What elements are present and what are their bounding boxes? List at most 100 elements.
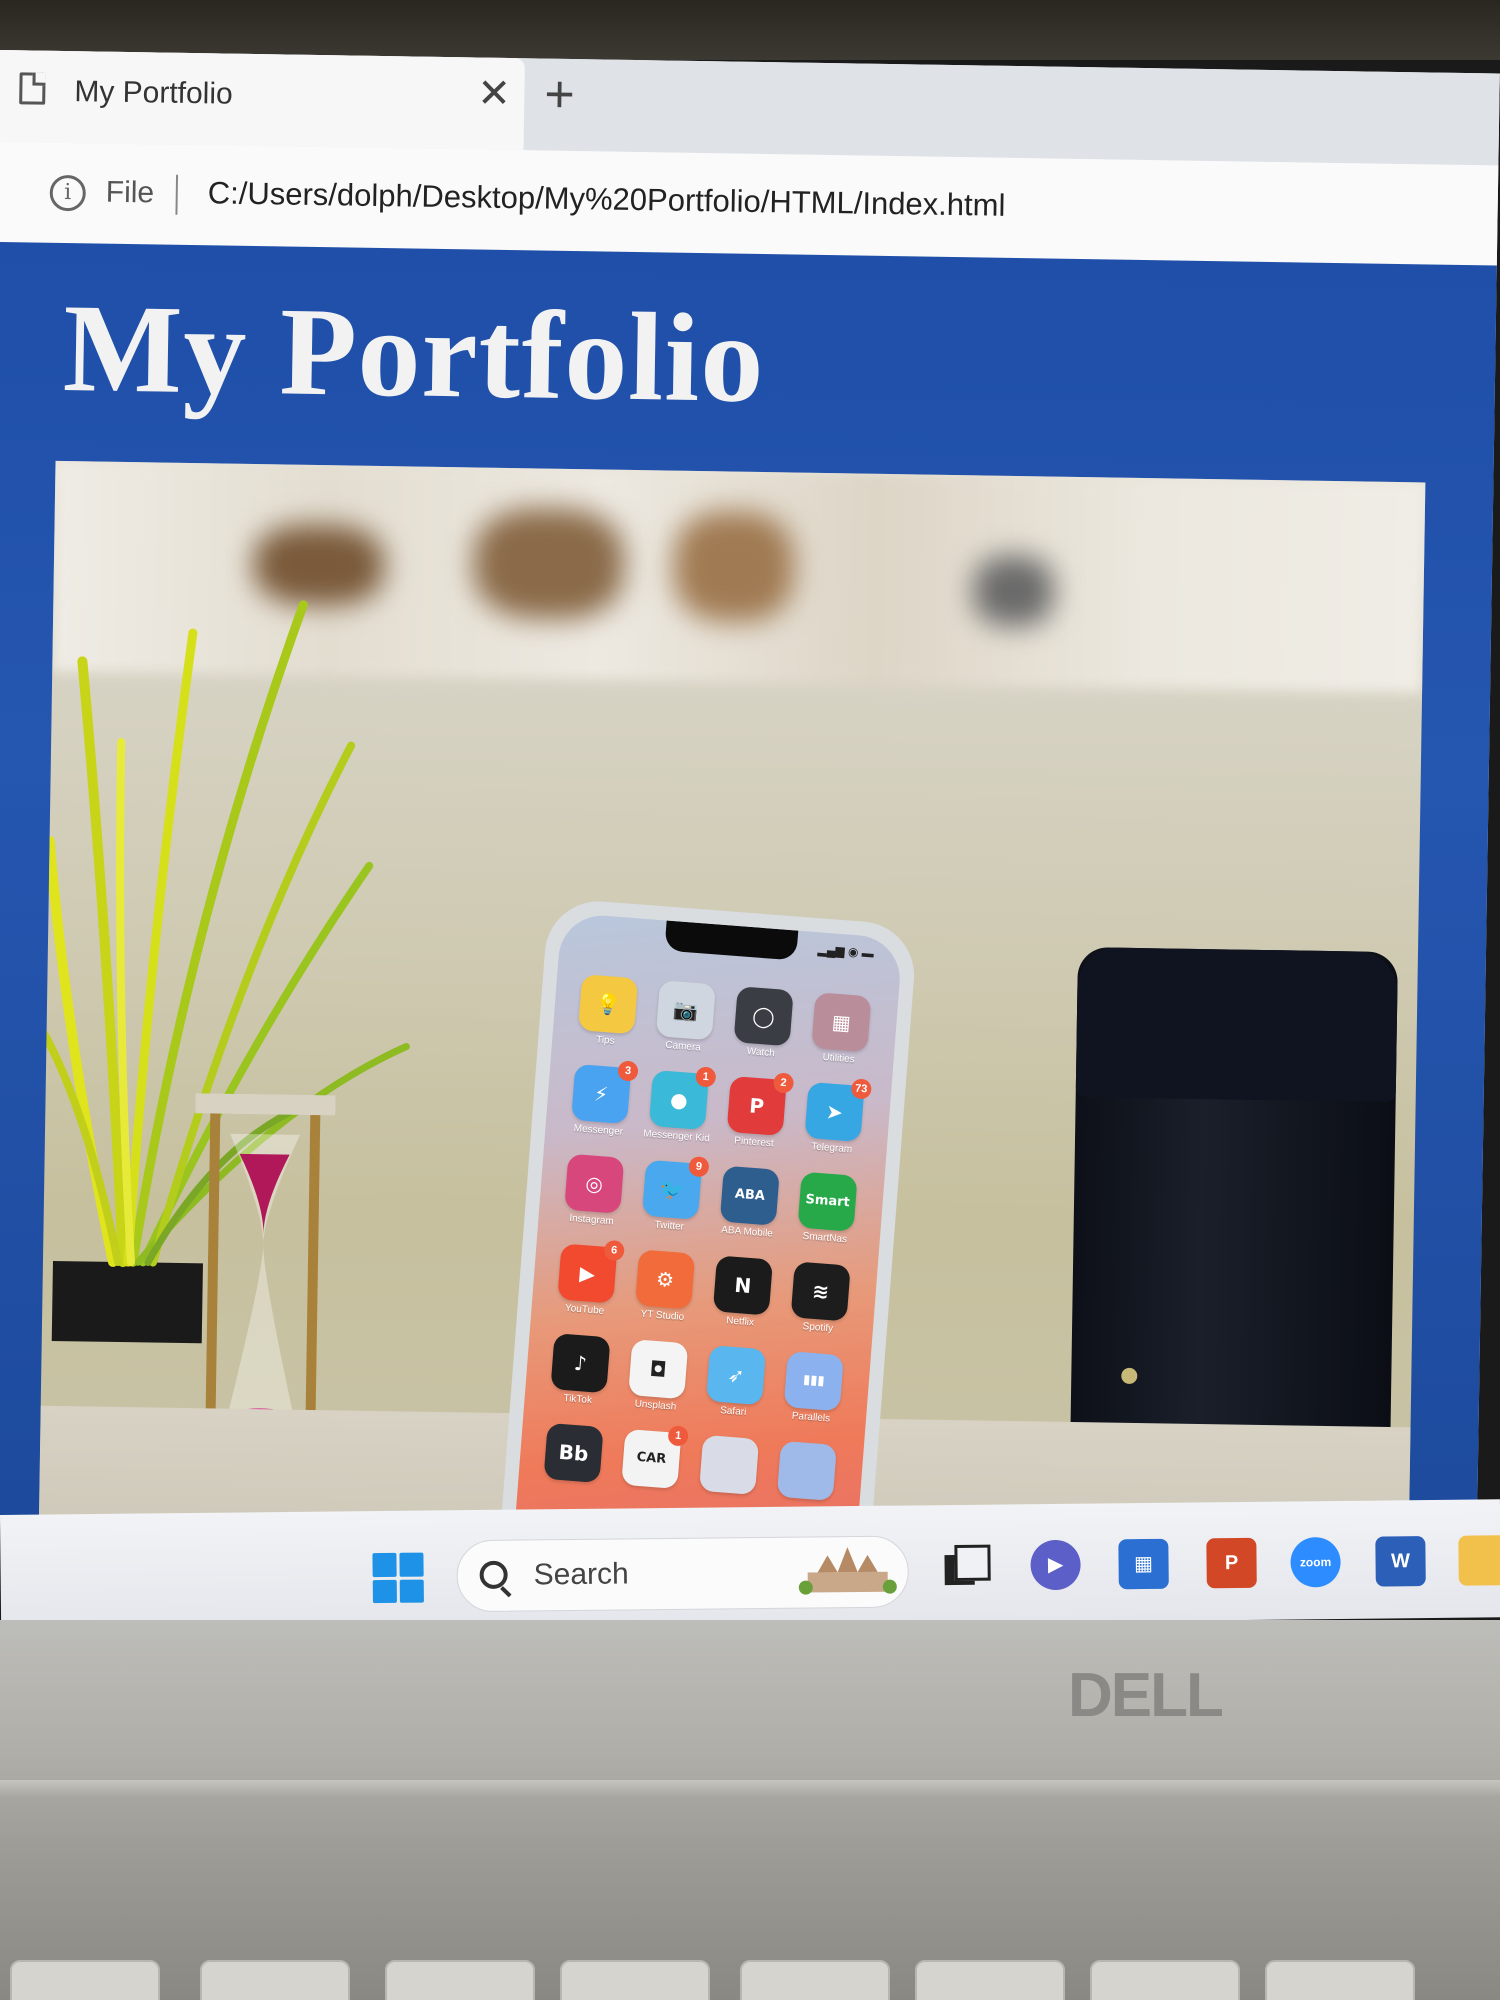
search-icon [479, 1560, 508, 1589]
blurred-object [473, 507, 625, 620]
page-content: My Portfolio ▂▄▆ ◉ ▬ 💡 Tips 📷 Camera ◯ W… [0, 241, 1497, 1549]
blurred-object [673, 510, 795, 623]
app-label: Telegram [810, 1141, 853, 1156]
app-label: Unsplash [634, 1398, 677, 1413]
keyboard-key [10, 1960, 160, 2000]
app-label: ABA Mobile [720, 1224, 774, 1240]
laptop-body: DELL [0, 1620, 1500, 2000]
url-text[interactable]: C:/Users/dolph/Desktop/My%20Portfolio/HT… [207, 175, 1006, 224]
file-explorer-icon[interactable] [1458, 1535, 1500, 1586]
status-icons: ▂▄▆ ◉ ▬ [817, 942, 875, 961]
analytics-icon: ▮▮▮ [783, 1351, 844, 1412]
tab-title: My Portfolio [74, 75, 233, 111]
phone-app: P 2 Pinterest [721, 1072, 795, 1151]
app-label: Instagram [568, 1212, 615, 1228]
keyboard-key [1265, 1960, 1415, 2000]
powerpoint-icon[interactable]: P [1206, 1537, 1257, 1589]
store-icon[interactable]: ▦ [1118, 1538, 1169, 1590]
safari-icon: ➶ [705, 1345, 767, 1406]
phone-app: N Netflix [707, 1255, 778, 1330]
app-label: YT Studio [640, 1308, 685, 1324]
phone-app: ◎ Instagram [558, 1153, 629, 1228]
taskbar-search[interactable]: Search [456, 1535, 910, 1613]
phone-app: ≋ Spotify [785, 1261, 856, 1336]
app-icon [776, 1440, 837, 1501]
app-label: Netflix [725, 1315, 755, 1329]
close-tab-icon[interactable]: ✕ [477, 72, 511, 117]
notification-badge: 9 [688, 1155, 710, 1178]
dell-logo: DELL [1068, 1661, 1224, 1730]
app-label: Camera [664, 1039, 702, 1054]
task-view-icon[interactable] [940, 1541, 991, 1592]
notification-badge: 2 [772, 1072, 795, 1094]
keyboard-key [915, 1960, 1065, 2000]
phone-app: ⚙ YT Studio [629, 1249, 700, 1324]
netflix-icon: N [712, 1255, 773, 1316]
phone-app: 📷 Camera [650, 980, 721, 1055]
folder-icon: ▦ [811, 992, 872, 1053]
phone-app-grid: 💡 Tips 📷 Camera ◯ Watch ▦ Utilities ⚡ 3 Messenger ●… [538, 974, 876, 1505]
phone-app [694, 1434, 764, 1498]
app-label: TikTok [563, 1393, 593, 1407]
browser-window: My Portfolio ✕ + i File C:/Users/dolph/D… [0, 50, 1500, 1549]
hinge-ridge [0, 1780, 1500, 1796]
teams-icon[interactable]: ▶ [1030, 1539, 1081, 1591]
phone-app: ▮▮▮ Parallels [778, 1351, 849, 1426]
tiktok-icon: ♪ [550, 1333, 611, 1394]
lens-marker [1121, 1367, 1138, 1385]
url-scheme-label: File [105, 175, 155, 210]
app-label [538, 1481, 604, 1486]
tab-my-portfolio[interactable]: My Portfolio ✕ [0, 50, 525, 151]
search-placeholder: Search [533, 1557, 629, 1592]
app-label: Twitter [654, 1219, 685, 1233]
app-label: Spotify [802, 1321, 834, 1335]
keyboard-key [200, 1960, 350, 2000]
keyboard-row [0, 1960, 1500, 2000]
word-icon[interactable]: W [1375, 1536, 1426, 1587]
unsplash-icon: ◘ [628, 1339, 689, 1400]
phone-app [772, 1440, 842, 1504]
zoom-icon[interactable]: zoom [1290, 1536, 1341, 1588]
phone-app: ◯ Watch [727, 986, 798, 1061]
windows-taskbar: Search ▶ ▦ Pzoom W [0, 1499, 1500, 1633]
watch-icon: ◯ [733, 986, 794, 1047]
app-icon [699, 1434, 760, 1495]
app-label: Messenger [573, 1123, 624, 1138]
windows-start-icon[interactable] [372, 1552, 424, 1604]
phone-app: 🐦 9 Twitter [636, 1155, 710, 1234]
phone-app: ➤ 73 Telegram [798, 1078, 873, 1157]
monitor-bezel [0, 0, 1500, 60]
app-label: Pinterest [733, 1135, 775, 1150]
app-label [772, 1499, 838, 1504]
phone-app: Bb [538, 1422, 608, 1486]
app-label [694, 1493, 760, 1498]
page-title: My Portfolio [62, 279, 766, 430]
keyboard-key [740, 1960, 890, 2000]
new-tab-button[interactable]: + [544, 66, 575, 124]
phone-app: ➶ Safari [700, 1345, 771, 1420]
instagram-icon: ◎ [564, 1153, 625, 1214]
lens-hood [1075, 947, 1399, 1103]
app-label: Parallels [791, 1410, 831, 1425]
app-label: YouTube [564, 1302, 605, 1317]
notification-badge: 1 [667, 1425, 689, 1447]
search-highlight-icon [798, 1547, 897, 1595]
yt-studio-icon: ⚙ [635, 1249, 696, 1310]
app-label [616, 1487, 682, 1492]
phone-app: CAR 1 [616, 1425, 689, 1492]
address-divider [175, 174, 179, 215]
info-icon[interactable]: i [49, 174, 87, 212]
app-label: Tips [595, 1034, 615, 1047]
phone-app: 💡 Tips [572, 974, 643, 1049]
lightbulb-icon: 💡 [578, 974, 639, 1035]
smartphone: ▂▄▆ ◉ ▬ 💡 Tips 📷 Camera ◯ Watch ▦ Utilities ⚡ 3 Me… [495, 897, 919, 1548]
spotify-icon: ≋ [790, 1261, 851, 1322]
phone-app: ABA ABA Mobile [714, 1165, 785, 1240]
phone-app: ▶ 6 YouTube [551, 1239, 625, 1318]
phone-app: ▦ Utilities [805, 992, 876, 1067]
phone-app: ● 1 Messenger Kids [643, 1066, 717, 1144]
hero-image: ▂▄▆ ◉ ▬ 💡 Tips 📷 Camera ◯ Watch ▦ Utilities ⚡ 3 Me… [38, 460, 1426, 1548]
aba-mobile-icon: ABA [719, 1165, 780, 1226]
phone-app: ◘ Unsplash [622, 1339, 693, 1414]
app-label: Watch [746, 1046, 776, 1060]
